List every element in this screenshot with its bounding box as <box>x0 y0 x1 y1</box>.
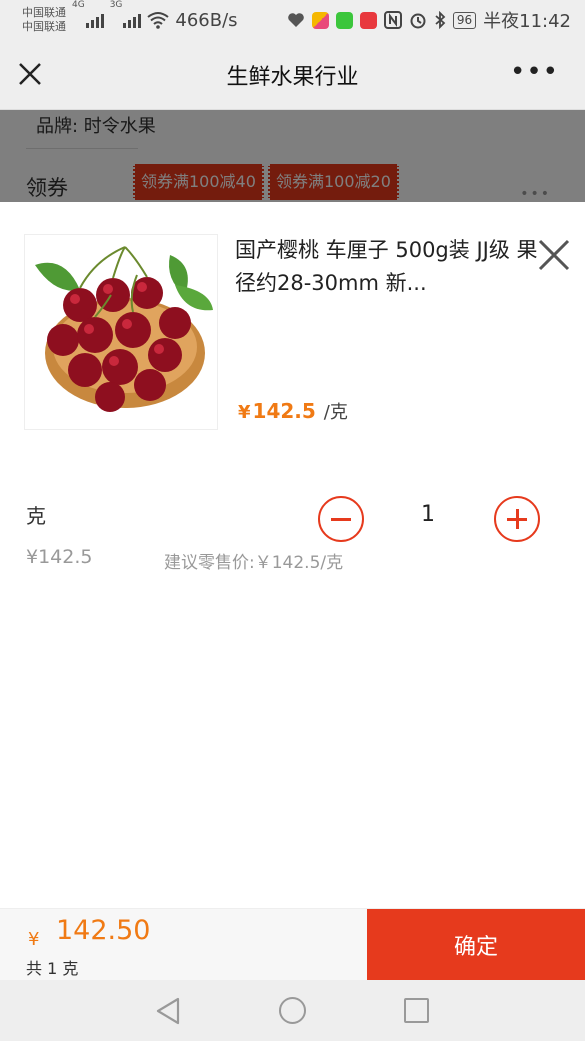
bluetooth-icon <box>435 11 446 29</box>
carrier-2: 中国联通 <box>22 20 66 33</box>
network-speed: 466B/s <box>175 9 238 31</box>
weibo-icon <box>359 11 377 29</box>
modal-overlay[interactable] <box>0 110 585 202</box>
nfc-icon <box>383 11 402 29</box>
decrease-quantity-button[interactable] <box>318 496 364 542</box>
status-time: 半夜11:42 <box>483 11 571 32</box>
spec-name: 克 <box>26 504 46 528</box>
close-icon[interactable] <box>537 238 571 272</box>
close-icon[interactable] <box>16 60 44 88</box>
recent-apps-icon[interactable] <box>404 998 429 1023</box>
back-icon[interactable] <box>154 996 182 1026</box>
increase-quantity-button[interactable] <box>494 496 540 542</box>
confirm-button[interactable]: 确定 <box>367 909 585 981</box>
checkout-bar: ¥ 142.50 共 1 克 确定 <box>0 908 585 981</box>
cherry-image <box>35 246 213 412</box>
carrier-1: 中国联通 <box>22 6 66 19</box>
status-icons: 96 半夜11:42 <box>287 7 571 33</box>
page-title: 生鲜水果行业 <box>226 64 359 90</box>
network-type-2: 3G <box>109 0 123 10</box>
app-icon <box>311 11 329 29</box>
battery-icon: 96 <box>452 11 477 29</box>
wifi-icon <box>147 12 170 29</box>
product-price: ¥ 142.5 /克 <box>238 398 348 424</box>
iqiyi-icon <box>335 11 353 29</box>
home-icon[interactable] <box>279 997 306 1024</box>
nav-bar: 生鲜水果行业 ••• <box>0 40 585 110</box>
alarm-icon <box>410 13 426 29</box>
total-price: 142.50 <box>56 915 151 946</box>
suggested-retail-price: 建议零售价:￥142.5/克 <box>164 553 344 573</box>
carrier-info: 中国联通 中国联通 <box>22 6 66 34</box>
status-bar: 中国联通 中国联通 4G 3G 466B/s 96 半夜11:42 <box>0 0 585 40</box>
system-nav-bar <box>0 980 585 1041</box>
quantity-value: 1 <box>421 502 435 527</box>
price-unit: /克 <box>323 402 348 423</box>
heart-rate-icon <box>288 13 304 27</box>
product-image <box>24 234 218 430</box>
spec-price: ¥142.5 <box>26 546 93 568</box>
product-name: 国产樱桃 车厘子 500g装 JJ级 果径约28-30mm 新... <box>235 238 538 295</box>
price-symbol: ¥ <box>238 402 251 423</box>
total-count: 共 1 克 <box>26 959 79 978</box>
more-icon[interactable]: ••• <box>510 59 559 85</box>
signal-icon <box>123 12 142 28</box>
signal-icon <box>85 12 104 28</box>
price-value: 142.5 <box>252 399 316 423</box>
total-currency: ¥ <box>28 929 40 950</box>
sku-sheet: 国产樱桃 车厘子 500g装 JJ级 果径约28-30mm 新... ¥ 142… <box>0 202 585 908</box>
network-type-1: 4G <box>72 0 85 10</box>
